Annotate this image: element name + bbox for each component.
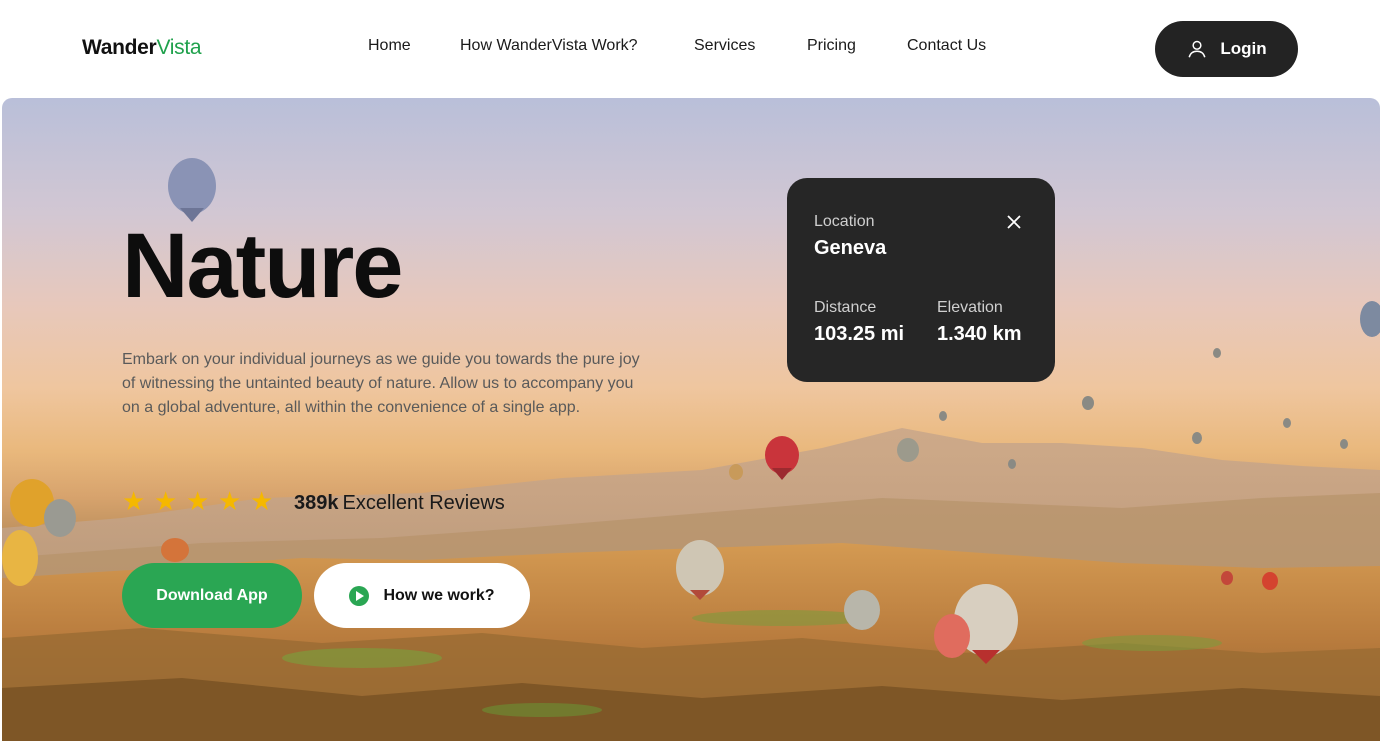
reviews-text: Excellent Reviews [342,492,505,514]
nav-item-home[interactable]: Home [368,37,411,55]
header: WanderVista Home How WanderVista Work? S… [0,0,1380,98]
elevation-value: 1.340 km [937,323,1022,345]
how-we-work-button[interactable]: How we work? [314,563,530,628]
download-app-button[interactable]: Download App [122,563,302,628]
star-icon: ★ [186,486,210,516]
hero-description: Embark on your individual journeys as we… [122,351,640,416]
star-icon: ★ [218,486,242,516]
play-icon [349,585,370,606]
close-icon[interactable] [1004,212,1024,232]
user-icon [1188,40,1206,58]
hero-section: Nature Embark on your individual journey… [2,98,1380,741]
nav-item-services[interactable]: Services [694,37,755,55]
reviews-summary: 389k Excellent Reviews [294,492,505,515]
nav-item-how-it-works[interactable]: How WanderVista Work? [460,37,638,55]
how-we-work-label: How we work? [383,586,495,604]
rating-stars: ★ ★ ★ ★ ★ [122,486,274,516]
login-button[interactable]: Login [1155,21,1298,77]
balloon [168,158,216,222]
elevation-label: Elevation [937,299,1003,316]
star-icon: ★ [250,486,274,516]
reviews-count: 389k [294,492,339,514]
distance-label: Distance [814,299,877,316]
distance-value: 103.25 mi [814,323,905,345]
hero-title: Nature [122,215,403,317]
login-label: Login [1220,39,1267,58]
star-icon: ★ [154,486,178,516]
location-card: Location Geneva Distance 103.25 mi Eleva… [787,178,1055,382]
brand-logo[interactable]: WanderVista [82,36,202,60]
brand-name-part2: Vista [156,36,202,59]
nav-item-pricing[interactable]: Pricing [807,37,856,55]
star-icon: ★ [122,486,146,516]
brand-name-part1: Wander [82,36,157,59]
nav-item-contact[interactable]: Contact Us [907,37,986,55]
location-label: Location [814,213,875,230]
download-app-label: Download App [156,586,268,604]
location-value: Geneva [814,237,887,259]
